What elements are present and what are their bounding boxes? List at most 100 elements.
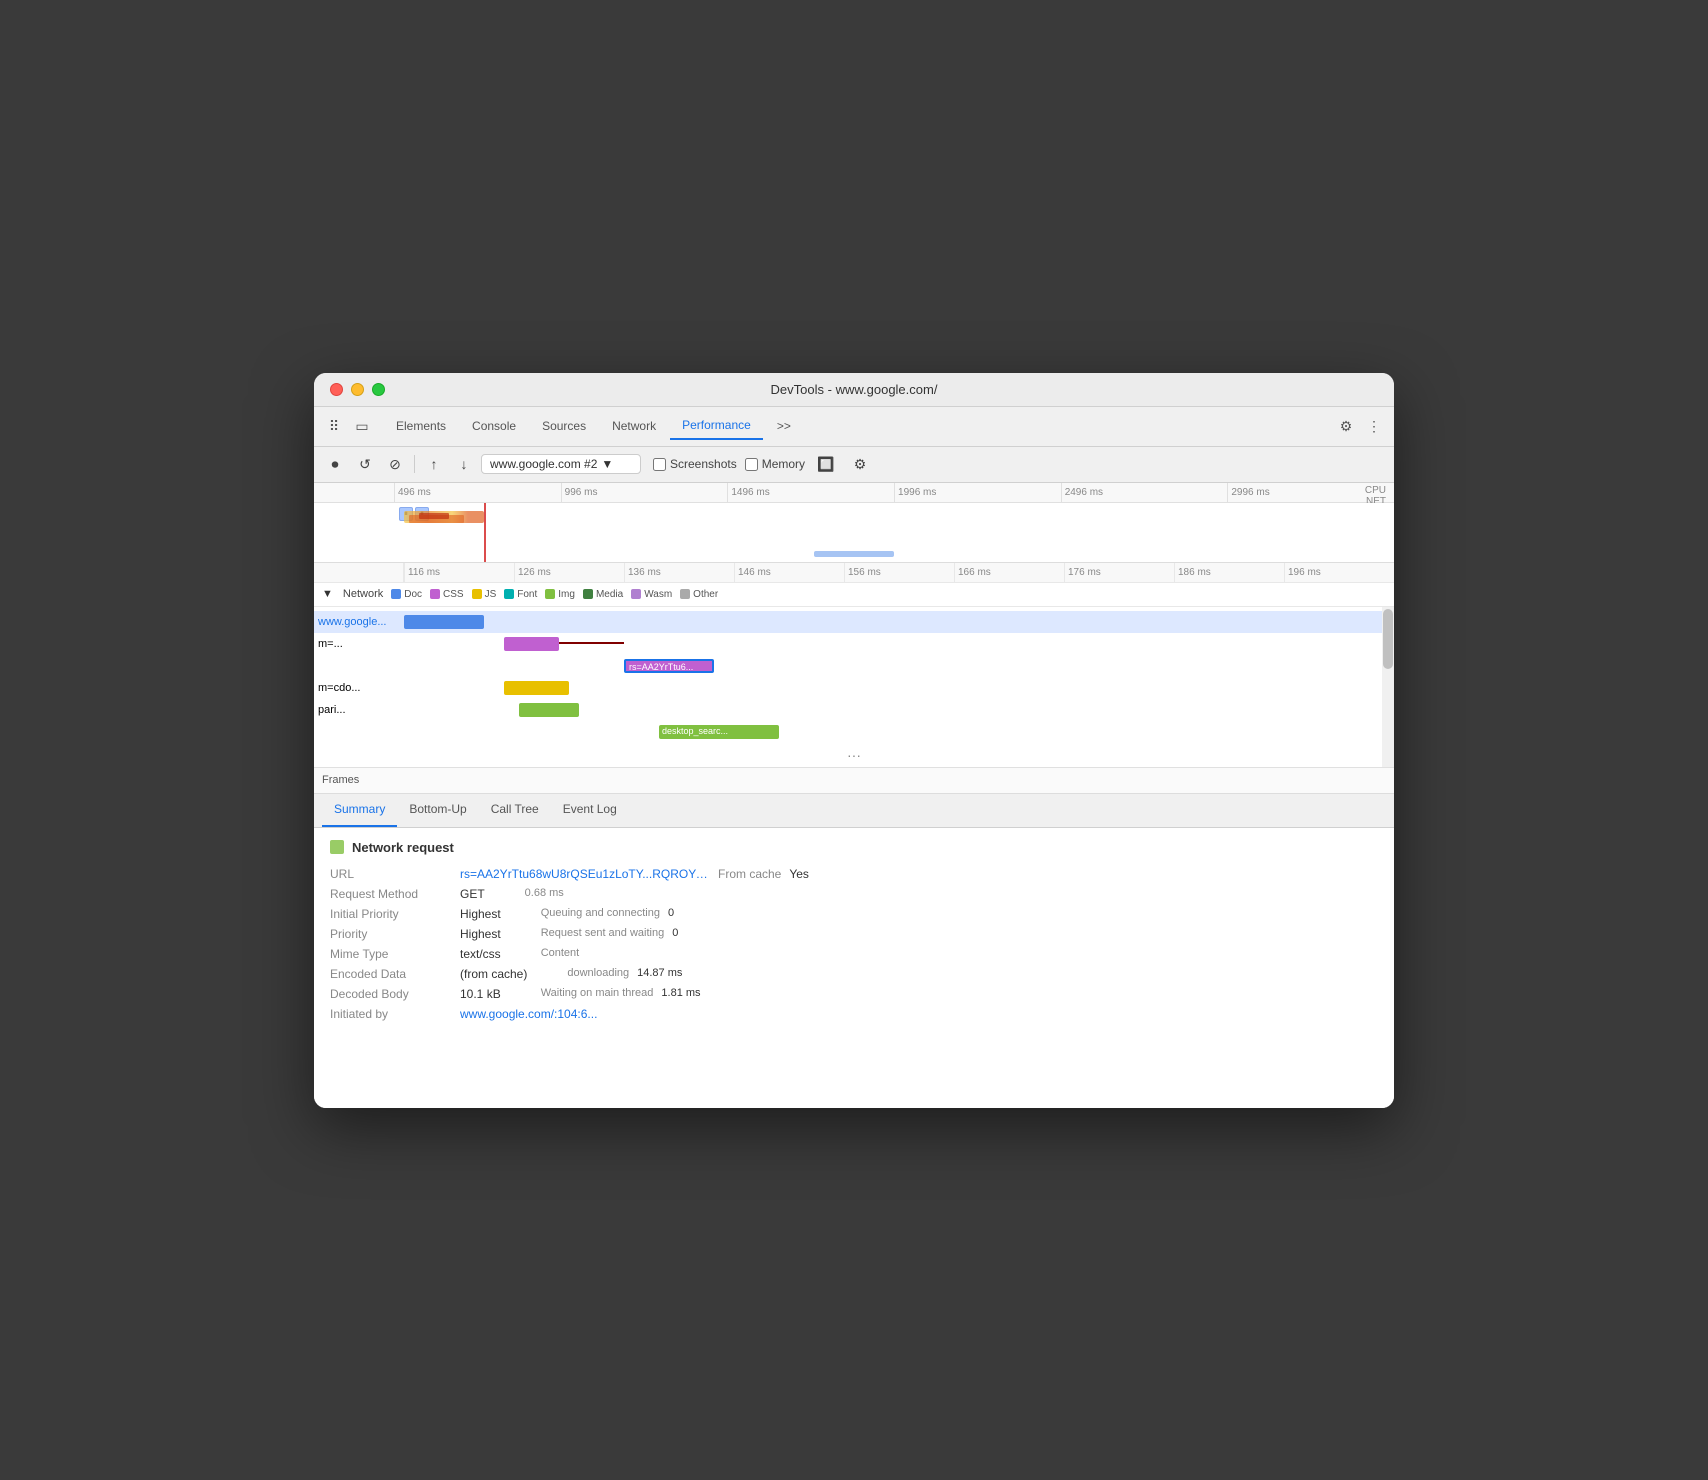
summary-tab-summary[interactable]: Summary <box>322 794 397 827</box>
net-row-4[interactable]: m=cdo... <box>314 677 1394 699</box>
memory-checkbox[interactable]: Memory <box>745 457 805 471</box>
js-color <box>472 589 482 599</box>
legend-doc: Doc <box>391 589 422 600</box>
timeline-mark-5: 2496 ms <box>1061 483 1228 502</box>
legend-doc-label: Doc <box>404 589 422 600</box>
nt-mark-3: 136 ms <box>624 563 734 582</box>
tab-console[interactable]: Console <box>460 413 528 439</box>
timing-val-5: 14.87 ms <box>637 967 682 981</box>
screenshots-label: Screenshots <box>670 457 737 471</box>
summary-tab-calltree[interactable]: Call Tree <box>479 794 551 827</box>
timing-label-6: Waiting on main thread <box>541 987 654 1001</box>
tab-performance[interactable]: Performance <box>670 412 763 440</box>
settings-icon[interactable]: ⚙ <box>1334 414 1358 438</box>
doc-color <box>391 589 401 599</box>
memory-label: Memory <box>762 457 805 471</box>
detail-row-priority2: Priority Highest Request sent and waitin… <box>330 927 1378 941</box>
timing-val-6: 1.81 ms <box>661 987 700 1001</box>
detail-val-priority: Highest <box>460 907 501 921</box>
timing-label-2: Queuing and connecting <box>541 907 660 921</box>
timeline-ruler: 496 ms 996 ms 1496 ms 1996 ms 2496 ms 29… <box>314 483 1394 503</box>
device-icon[interactable]: ▭ <box>350 414 374 438</box>
legend-media: Media <box>583 589 623 600</box>
toolbar-settings-icon[interactable]: ⚙ <box>847 451 873 477</box>
legend-js-label: JS <box>485 589 497 600</box>
minimize-button[interactable] <box>351 383 364 396</box>
from-cache-label: From cache <box>718 867 781 881</box>
detail-val-priority2: Highest <box>460 927 501 941</box>
detail-val-method: GET <box>460 887 485 901</box>
tab-more[interactable]: >> <box>765 413 803 439</box>
detail-row-method: Request Method GET 0.68 ms <box>330 887 1378 901</box>
memory-input[interactable] <box>745 458 758 471</box>
maximize-button[interactable] <box>372 383 385 396</box>
summary-tabs: Summary Bottom-Up Call Tree Event Log <box>314 794 1394 828</box>
detail-row-decoded: Decoded Body 10.1 kB Waiting on main thr… <box>330 987 1378 1001</box>
net-indicator <box>814 551 894 557</box>
devtools-body: ⠿ ▭ Elements Console Sources Network Per… <box>314 407 1394 1108</box>
font-color <box>504 589 514 599</box>
reload-button[interactable]: ↺ <box>352 451 378 477</box>
close-button[interactable] <box>330 383 343 396</box>
toolbar-right: Screenshots Memory 🔲 ⚙ <box>653 451 873 477</box>
detail-panel: Network request URL rs=AA2YrTtu68wU8rQSE… <box>314 828 1394 1108</box>
net-row-3[interactable]: rs=AA2YrTtu6... <box>314 655 1394 677</box>
scrollbar[interactable] <box>1382 607 1394 767</box>
detail-val-encoded: (from cache) <box>460 967 527 981</box>
net-row-2[interactable]: m=... <box>314 633 1394 655</box>
detail-row-encoded: Encoded Data (from cache) downloading 14… <box>330 967 1378 981</box>
detail-key-mime: Mime Type <box>330 947 460 961</box>
detail-val-url[interactable]: rs=AA2YrTtu68wU8rQSEu1zLoTY...RQROYibAg.… <box>460 867 710 881</box>
tab-network[interactable]: Network <box>600 413 668 439</box>
cursor-icon[interactable]: ⠿ <box>322 414 346 438</box>
network-ruler-spacer <box>314 563 404 582</box>
flame-chart <box>404 511 494 537</box>
timeline-bars[interactable]: ⏸ ⏸ <box>314 503 1394 563</box>
overflow-icon[interactable]: ⋮ <box>1362 414 1386 438</box>
legend-wasm-label: Wasm <box>644 589 672 600</box>
net-row-bars-6: desktop_searc... <box>404 723 1394 741</box>
net-row-1[interactable]: www.google... <box>314 611 1394 633</box>
url-selector[interactable]: www.google.com #2 ▼ <box>481 454 641 474</box>
timeline-mark-1: 496 ms <box>394 483 561 502</box>
legend-css-label: CSS <box>443 589 464 600</box>
clear-button[interactable]: ⊘ <box>382 451 408 477</box>
network-time-marks: 116 ms 126 ms 136 ms 146 ms 156 ms 166 m… <box>404 563 1394 582</box>
timing-val-3: 0 <box>672 927 678 941</box>
net-row-bars-1 <box>404 613 1394 631</box>
detail-val-initiated[interactable]: www.google.com/:104:6... <box>460 1007 597 1021</box>
network-rows: www.google... m=... <box>314 607 1394 767</box>
net-row-bars-3: rs=AA2YrTtu6... <box>404 657 1394 675</box>
summary-tab-bottomup[interactable]: Bottom-Up <box>397 794 478 827</box>
css-color <box>430 589 440 599</box>
media-color <box>583 589 593 599</box>
title-bar: DevTools - www.google.com/ <box>314 373 1394 407</box>
nt-mark-4: 146 ms <box>734 563 844 582</box>
cpu-label: CPU <box>1365 485 1386 496</box>
legend-other: Other <box>680 589 718 600</box>
screenshots-input[interactable] <box>653 458 666 471</box>
tab-elements[interactable]: Elements <box>384 413 458 439</box>
net-row-bars-2 <box>404 635 1394 653</box>
scrollbar-thumb[interactable] <box>1383 609 1393 669</box>
detail-key-url: URL <box>330 867 460 881</box>
nt-mark-9: 196 ms <box>1284 563 1394 582</box>
net-row-6[interactable]: desktop_searc... <box>314 721 1394 743</box>
net-row-5[interactable]: pari... <box>314 699 1394 721</box>
img-color <box>545 589 555 599</box>
filter-icon[interactable]: 🔲 <box>813 451 839 477</box>
download-button[interactable]: ↓ <box>451 451 477 477</box>
tab-sources[interactable]: Sources <box>530 413 598 439</box>
detail-title: Network request <box>330 840 1378 855</box>
upload-button[interactable]: ↑ <box>421 451 447 477</box>
net-row-bars-5 <box>404 701 1394 719</box>
screenshots-checkbox[interactable]: Screenshots <box>653 457 737 471</box>
legend-font-label: Font <box>517 589 537 600</box>
detail-key-initiated: Initiated by <box>330 1007 460 1021</box>
summary-tab-eventlog[interactable]: Event Log <box>551 794 629 827</box>
detail-val-decoded: 10.1 kB <box>460 987 501 1001</box>
frames-row: Frames <box>314 767 1394 793</box>
record-button[interactable]: ⏺ <box>322 451 348 477</box>
detail-val-mime: text/css <box>460 947 501 961</box>
nt-mark-5: 156 ms <box>844 563 954 582</box>
